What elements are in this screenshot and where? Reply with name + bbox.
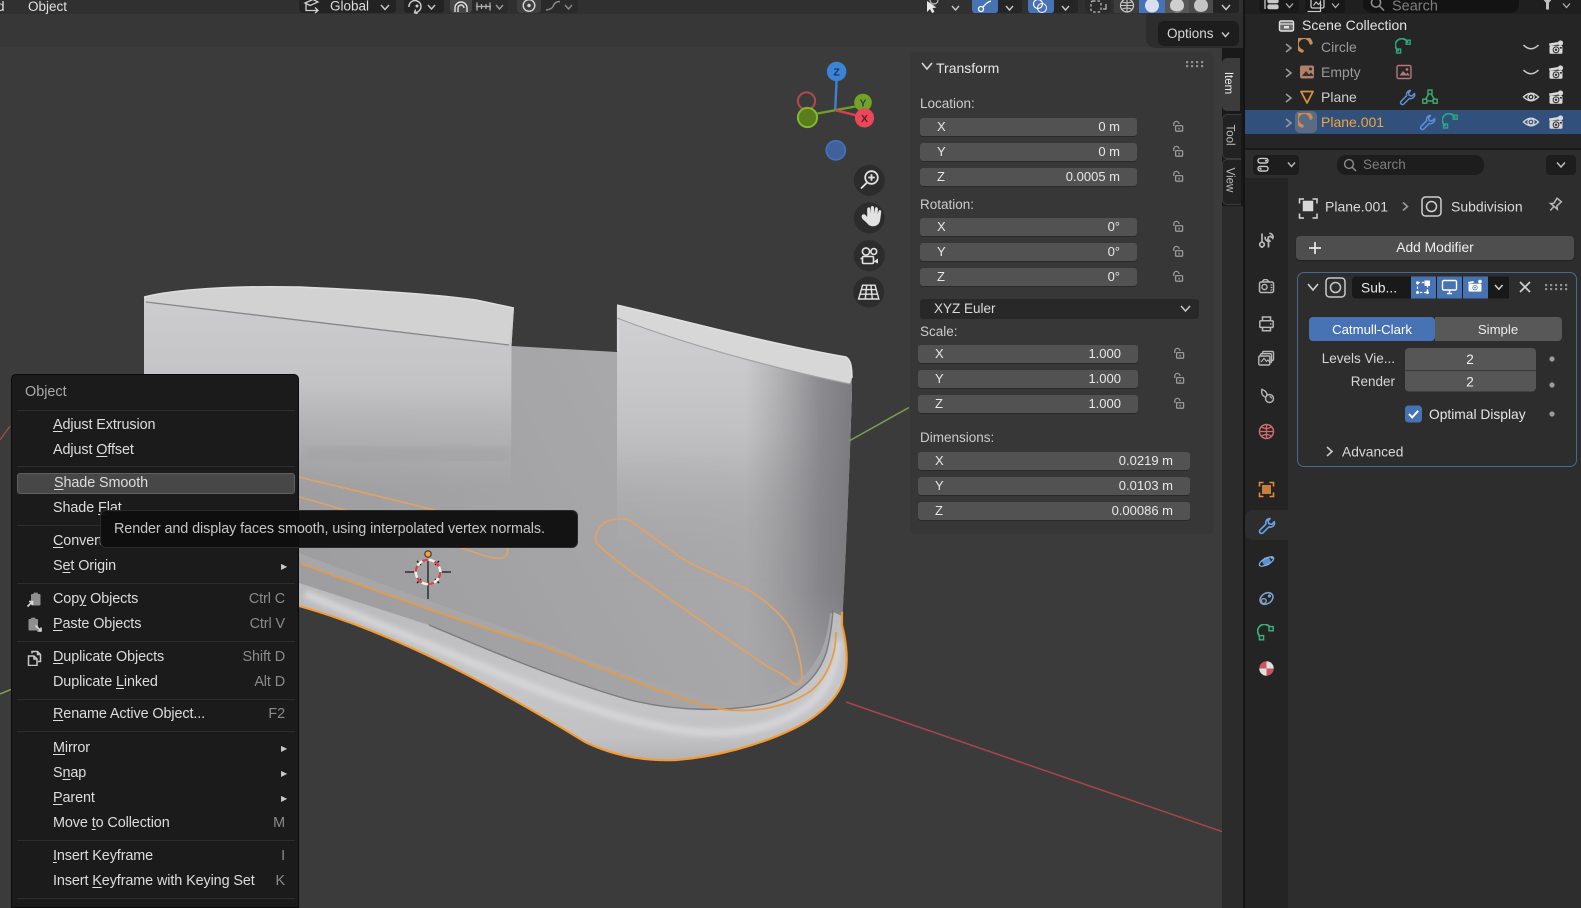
svg-text:Render: Render (1351, 374, 1396, 389)
svg-text:Object: Object (28, 0, 67, 14)
svg-text:Search: Search (1392, 0, 1438, 14)
svg-text:2: 2 (1466, 375, 1474, 390)
svg-text:Advanced: Advanced (1342, 445, 1403, 460)
svg-text:Sub...: Sub... (1361, 281, 1397, 296)
svg-text:Optimal Display: Optimal Display (1429, 407, 1526, 422)
svg-text:X: X (861, 113, 868, 125)
svg-text:Search: Search (1363, 157, 1406, 172)
svg-text:Subdivision: Subdivision (1451, 199, 1523, 215)
svg-text:Levels Vie...: Levels Vie... (1322, 351, 1395, 366)
svg-text:Z: Z (833, 67, 840, 79)
svg-text:2: 2 (1466, 352, 1474, 367)
svg-text:d: d (0, 0, 5, 14)
svg-text:Simple: Simple (1478, 322, 1518, 337)
svg-text:Plane.001: Plane.001 (1325, 199, 1388, 215)
svg-text:Catmull-Clark: Catmull-Clark (1332, 322, 1412, 337)
svg-text:Y: Y (859, 97, 866, 109)
svg-text:Global: Global (330, 0, 369, 14)
